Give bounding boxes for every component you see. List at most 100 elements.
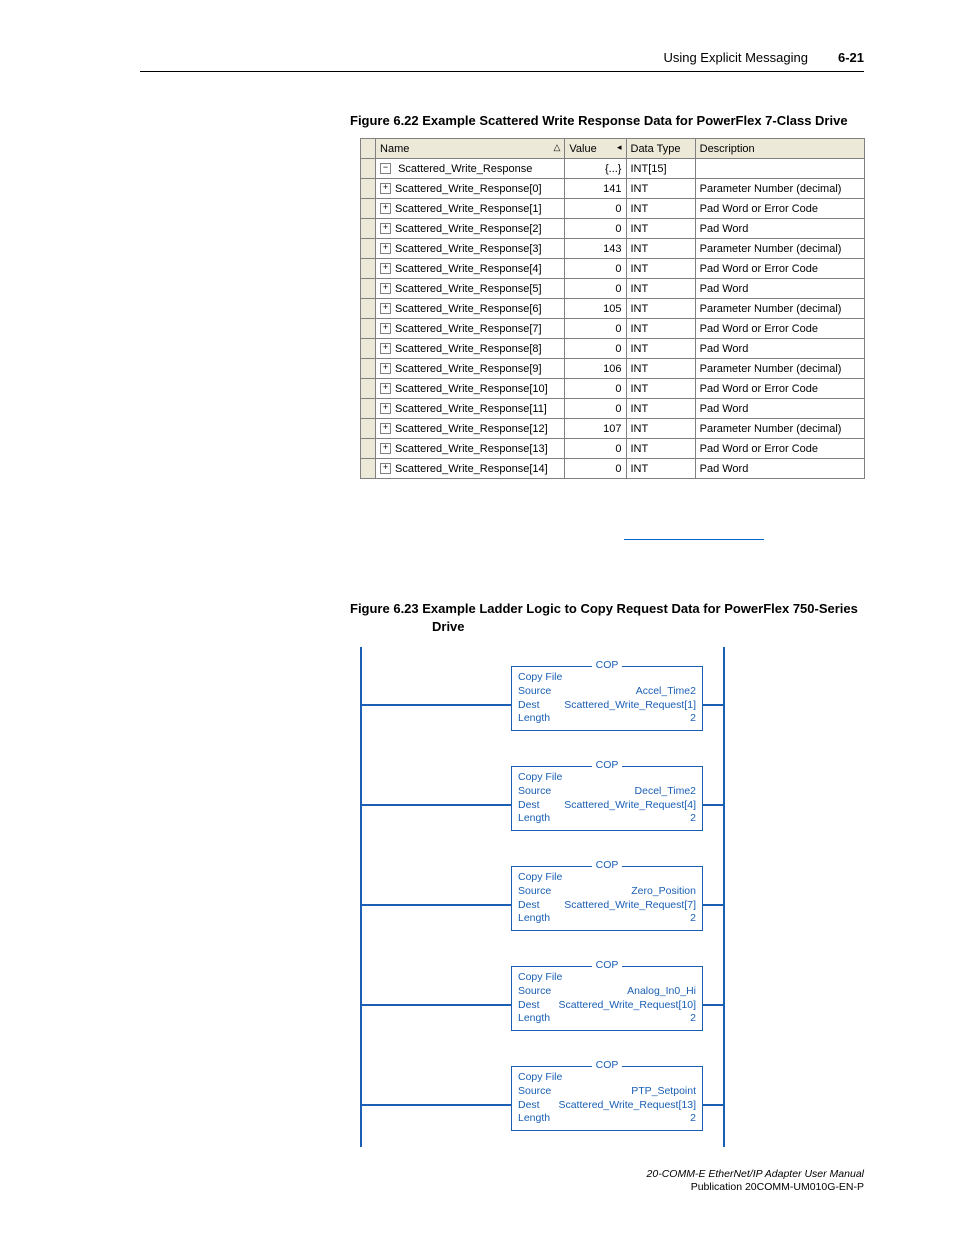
expand-icon[interactable]: +	[380, 283, 391, 294]
row-type: INT	[626, 439, 695, 459]
row-value: 106	[565, 359, 626, 379]
expand-icon[interactable]: +	[380, 263, 391, 274]
row-value: 0	[565, 459, 626, 479]
expand-icon[interactable]: +	[380, 223, 391, 234]
response-data-table: Name △ Value ◂ Data Type Description − S…	[360, 138, 865, 479]
figure-623-line1: Figure 6.23 Example Ladder Logic to Copy…	[350, 601, 858, 616]
row-type: INT	[626, 219, 695, 239]
cop-dest-label: Dest	[518, 899, 540, 913]
rung-wire	[362, 1104, 511, 1106]
expand-icon[interactable]: +	[380, 383, 391, 394]
cop-dest-label: Dest	[518, 799, 540, 813]
table-row[interactable]: +Scattered_Write_Response[11]0INTPad Wor…	[361, 399, 865, 419]
expand-icon[interactable]: +	[380, 463, 391, 474]
row-name: Scattered_Write_Response[6]	[395, 303, 542, 315]
root-type: INT[15]	[626, 159, 695, 179]
row-desc: Parameter Number (decimal)	[695, 239, 864, 259]
row-value: 0	[565, 339, 626, 359]
row-desc: Pad Word	[695, 339, 864, 359]
rung-wire-right	[703, 904, 723, 906]
col-desc[interactable]: Description	[695, 139, 864, 159]
row-desc: Pad Word or Error Code	[695, 319, 864, 339]
col-name[interactable]: Name △	[376, 139, 565, 159]
table-row[interactable]: +Scattered_Write_Response[14]0INTPad Wor…	[361, 459, 865, 479]
sort-name-icon: △	[553, 142, 560, 153]
figure-623-caption: Figure 6.23 Example Ladder Logic to Copy…	[350, 600, 864, 636]
row-desc: Pad Word or Error Code	[695, 379, 864, 399]
expand-icon[interactable]: +	[380, 403, 391, 414]
figure-623-line2: Drive	[432, 618, 864, 636]
cop-dest-value: Scattered_Write_Request[7]	[564, 899, 696, 913]
table-row[interactable]: +Scattered_Write_Response[4]0INTPad Word…	[361, 259, 865, 279]
expand-icon[interactable]: +	[380, 323, 391, 334]
table-row[interactable]: +Scattered_Write_Response[13]0INTPad Wor…	[361, 439, 865, 459]
expand-icon[interactable]: +	[380, 183, 391, 194]
row-name: Scattered_Write_Response[2]	[395, 223, 542, 235]
col-value-label: Value	[569, 143, 596, 155]
cop-title: COP	[592, 659, 623, 671]
cop-func: Copy File	[518, 771, 562, 785]
table-row[interactable]: +Scattered_Write_Response[3]143INTParame…	[361, 239, 865, 259]
cop-title: COP	[592, 859, 623, 871]
table-row[interactable]: +Scattered_Write_Response[9]106INTParame…	[361, 359, 865, 379]
cop-instruction[interactable]: COPCopy FileSourceZero_PositionDestScatt…	[511, 866, 703, 931]
cop-instruction[interactable]: COPCopy FileSourceDecel_Time2DestScatter…	[511, 766, 703, 831]
expand-icon[interactable]: +	[380, 303, 391, 314]
row-name: Scattered_Write_Response[7]	[395, 323, 542, 335]
table-row[interactable]: +Scattered_Write_Response[0]141INTParame…	[361, 179, 865, 199]
expand-icon[interactable]: +	[380, 343, 391, 354]
row-value: 0	[565, 439, 626, 459]
left-rail	[360, 847, 362, 947]
table-row[interactable]: +Scattered_Write_Response[7]0INTPad Word…	[361, 319, 865, 339]
row-desc: Parameter Number (decimal)	[695, 419, 864, 439]
row-name: Scattered_Write_Response[4]	[395, 263, 542, 275]
row-type: INT	[626, 239, 695, 259]
table-row-root[interactable]: − Scattered_Write_Response {...} INT[15]	[361, 159, 865, 179]
ladder-rung: COPCopy FileSourceZero_PositionDestScatt…	[360, 847, 725, 947]
table-row[interactable]: +Scattered_Write_Response[1]0INTPad Word…	[361, 199, 865, 219]
cop-length-value: 2	[690, 912, 696, 926]
row-type: INT	[626, 379, 695, 399]
cop-instruction[interactable]: COPCopy FileSourceAnalog_In0_HiDestScatt…	[511, 966, 703, 1031]
ladder-diagram: COP Copy File Source Accel_Time2 Dest Scatter…	[360, 647, 725, 1147]
cop-instruction[interactable]: COPCopy FileSourceAccel_Time2DestScatter…	[511, 666, 703, 731]
col-value[interactable]: Value ◂	[565, 139, 626, 159]
table-row[interactable]: +Scattered_Write_Response[12]107INTParam…	[361, 419, 865, 439]
row-name: Scattered_Write_Response[10]	[395, 383, 548, 395]
rung-wire	[362, 704, 511, 706]
table-row[interactable]: +Scattered_Write_Response[6]105INTParame…	[361, 299, 865, 319]
table-row[interactable]: +Scattered_Write_Response[2]0INTPad Word	[361, 219, 865, 239]
table-row[interactable]: +Scattered_Write_Response[10]0INTPad Wor…	[361, 379, 865, 399]
row-name: Scattered_Write_Response[14]	[395, 463, 548, 475]
row-value: 143	[565, 239, 626, 259]
row-type: INT	[626, 199, 695, 219]
cop-title: COP	[592, 959, 623, 971]
left-rail	[360, 1047, 362, 1147]
cop-instruction[interactable]: COPCopy FileSourcePTP_SetpointDestScatte…	[511, 1066, 703, 1131]
cop-func: Copy File	[518, 971, 562, 985]
expand-icon[interactable]: +	[380, 203, 391, 214]
row-name: Scattered_Write_Response[11]	[395, 403, 547, 415]
right-rail	[723, 1047, 725, 1147]
table-row[interactable]: +Scattered_Write_Response[8]0INTPad Word	[361, 339, 865, 359]
expand-icon[interactable]: +	[380, 363, 391, 374]
cop-length-value: 2	[690, 712, 696, 726]
collapse-icon[interactable]: −	[380, 163, 391, 174]
cop-length-label: Length	[518, 1112, 550, 1126]
cop-source-value: Accel_Time2	[636, 685, 696, 699]
row-desc: Pad Word	[695, 399, 864, 419]
row-desc: Pad Word or Error Code	[695, 259, 864, 279]
expand-icon[interactable]: +	[380, 423, 391, 434]
col-type[interactable]: Data Type	[626, 139, 695, 159]
row-value: 0	[565, 259, 626, 279]
cop-source-label: Source	[518, 885, 551, 899]
table-row[interactable]: +Scattered_Write_Response[5]0INTPad Word	[361, 279, 865, 299]
row-desc: Pad Word	[695, 459, 864, 479]
expand-icon[interactable]: +	[380, 243, 391, 254]
left-rail	[360, 647, 362, 747]
rung-wire-right	[703, 804, 723, 806]
row-type: INT	[626, 419, 695, 439]
row-desc: Pad Word	[695, 219, 864, 239]
right-rail	[723, 847, 725, 947]
expand-icon[interactable]: +	[380, 443, 391, 454]
